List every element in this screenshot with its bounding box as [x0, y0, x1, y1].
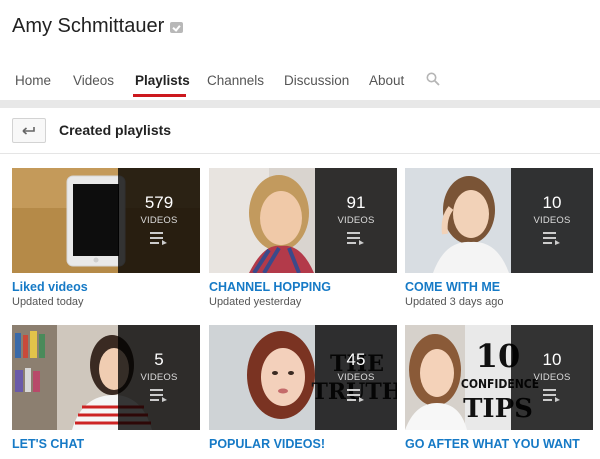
- playlist-title[interactable]: GO AFTER WHAT YOU WANT: [405, 437, 580, 451]
- section-title: Created playlists: [59, 122, 172, 138]
- search-icon[interactable]: [426, 72, 440, 86]
- tab-videos[interactable]: Videos: [73, 73, 114, 88]
- playlist-icon: [347, 389, 364, 402]
- channel-tabs: Home Videos Playlists Channels Discussio…: [0, 60, 600, 100]
- header-divider: [0, 100, 600, 108]
- tab-playlists[interactable]: Playlists: [135, 73, 190, 88]
- playlist-video-count: 10: [542, 193, 562, 212]
- playlist-card[interactable]: THE TRUTH 45 VIDEOS POPULAR VIDEOS!: [209, 325, 397, 459]
- playlist-title[interactable]: COME WITH ME: [405, 280, 500, 294]
- playlist-thumbnail[interactable]: 10 VIDEOS: [405, 168, 593, 273]
- tab-discussion[interactable]: Discussion: [284, 73, 349, 88]
- playlist-count-label: VIDEOS: [140, 372, 178, 383]
- playlist-count-label: VIDEOS: [337, 372, 375, 383]
- playlist-count-label: VIDEOS: [533, 215, 571, 226]
- playlist-count-label: VIDEOS: [533, 372, 571, 383]
- section-bar: Created playlists: [0, 108, 600, 154]
- playlist-icon: [150, 232, 167, 245]
- verified-check-icon: [170, 22, 184, 33]
- back-button[interactable]: [12, 118, 46, 143]
- playlist-count-overlay: 91 VIDEOS: [315, 168, 397, 273]
- tab-home[interactable]: Home: [15, 73, 51, 88]
- back-arrow-icon: [22, 126, 35, 135]
- playlist-count-label: VIDEOS: [140, 215, 178, 226]
- playlist-count-label: VIDEOS: [337, 215, 375, 226]
- playlist-thumbnail[interactable]: 5 VIDEOS: [12, 325, 200, 430]
- playlist-thumbnail[interactable]: 579 VIDEOS: [12, 168, 200, 273]
- playlist-card[interactable]: 579 VIDEOS Liked videos Updated today: [12, 168, 200, 313]
- playlist-thumbnail[interactable]: THE TRUTH 45 VIDEOS: [209, 325, 397, 430]
- tab-channels[interactable]: Channels: [207, 73, 264, 88]
- playlist-title[interactable]: Liked videos: [12, 280, 88, 294]
- playlist-card[interactable]: 91 VIDEOS CHANNEL HOPPING Updated yester…: [209, 168, 397, 313]
- playlist-count-overlay: 579 VIDEOS: [118, 168, 200, 273]
- playlist-updated: Updated 3 days ago: [405, 296, 504, 308]
- playlists-content: Created playlists 579 VIDEOS Liked video…: [0, 108, 600, 459]
- playlist-card[interactable]: 5 VIDEOS LET'S CHAT: [12, 325, 200, 459]
- active-tab-indicator: [133, 94, 186, 97]
- playlist-count-overlay: 10 VIDEOS: [511, 325, 593, 430]
- playlist-icon: [543, 232, 560, 245]
- playlist-count-overlay: 5 VIDEOS: [118, 325, 200, 430]
- playlist-icon: [347, 232, 364, 245]
- channel-name-text: Amy Schmittauer: [12, 15, 165, 37]
- playlist-card[interactable]: 10 CONFIDENCE TIPS 10 VIDEOS GO AFTER WH…: [405, 325, 593, 459]
- playlist-thumbnail[interactable]: 91 VIDEOS: [209, 168, 397, 273]
- playlist-updated: Updated yesterday: [209, 296, 302, 308]
- playlist-video-count: 45: [346, 350, 366, 369]
- playlist-updated: Updated today: [12, 296, 84, 308]
- playlist-count-overlay: 10 VIDEOS: [511, 168, 593, 273]
- playlist-card[interactable]: 10 VIDEOS COME WITH ME Updated 3 days ag…: [405, 168, 593, 313]
- playlist-video-count: 5: [154, 350, 164, 369]
- playlist-count-overlay: 45 VIDEOS: [315, 325, 397, 430]
- playlist-video-count: 579: [144, 193, 174, 212]
- playlist-title[interactable]: LET'S CHAT: [12, 437, 84, 451]
- playlist-video-count: 91: [346, 193, 366, 212]
- playlist-thumbnail[interactable]: 10 CONFIDENCE TIPS 10 VIDEOS: [405, 325, 593, 430]
- tab-about[interactable]: About: [369, 73, 404, 88]
- channel-name[interactable]: Amy Schmittauer: [12, 15, 184, 38]
- playlist-icon: [543, 389, 560, 402]
- playlist-title[interactable]: CHANNEL HOPPING: [209, 280, 331, 294]
- playlist-title[interactable]: POPULAR VIDEOS!: [209, 437, 325, 451]
- playlist-icon: [150, 389, 167, 402]
- channel-header: Amy Schmittauer Home Videos Playlists Ch…: [0, 0, 600, 100]
- playlist-video-count: 10: [542, 350, 562, 369]
